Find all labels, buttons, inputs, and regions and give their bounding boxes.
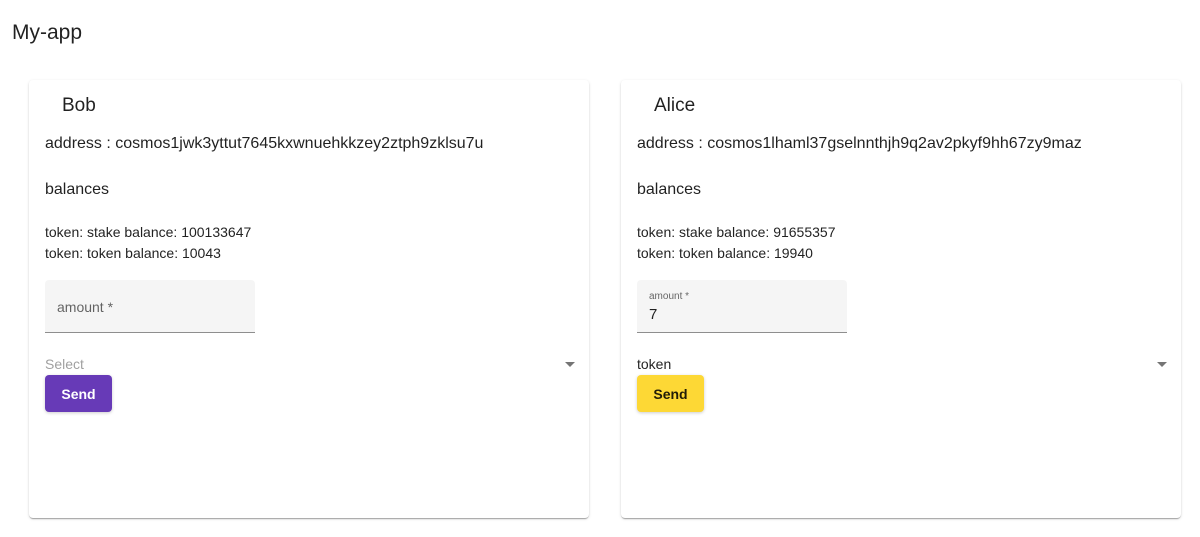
chevron-down-icon[interactable] xyxy=(565,362,575,367)
balance-line-stake: token: stake balance: 91655357 xyxy=(637,224,836,240)
balance-line-stake: token: stake balance: 100133647 xyxy=(45,224,252,240)
amount-label: amount * xyxy=(649,291,690,302)
account-card-bob: Bob address : cosmos1jwk3yttut7645kxwnue… xyxy=(29,80,589,518)
denom-select[interactable]: Select xyxy=(45,355,575,375)
denom-select[interactable]: token xyxy=(637,355,1167,375)
amount-field[interactable]: amount * xyxy=(45,280,255,333)
balance-line-token: token: token balance: 10043 xyxy=(45,245,221,261)
amount-value[interactable]: 7 xyxy=(649,305,657,325)
balance-list: token: stake balance: 100133647 token: t… xyxy=(45,222,251,264)
account-name: Alice xyxy=(654,95,696,116)
account-card-alice: Alice address : cosmos1lhaml37gselnnthjh… xyxy=(621,80,1181,518)
balances-heading: balances xyxy=(45,181,110,198)
balance-list: token: stake balance: 91655357 token: to… xyxy=(637,222,836,264)
denom-select-placeholder: Select xyxy=(45,356,84,372)
balances-heading: balances xyxy=(637,181,702,198)
amount-label: amount * xyxy=(57,299,114,315)
chevron-down-icon[interactable] xyxy=(1157,362,1167,367)
balance-line-token: token: token balance: 19940 xyxy=(637,245,813,261)
send-button[interactable]: Send xyxy=(637,375,704,412)
account-address: address : cosmos1lhaml37gselnnthjh9q2av2… xyxy=(637,135,1082,152)
amount-field[interactable]: amount * 7 xyxy=(637,280,847,333)
account-name: Bob xyxy=(62,95,96,116)
send-button[interactable]: Send xyxy=(45,375,112,412)
app-title: My-app xyxy=(12,21,83,44)
denom-select-value: token xyxy=(637,356,672,372)
account-address: address : cosmos1jwk3yttut7645kxwnuehkkz… xyxy=(45,135,484,152)
